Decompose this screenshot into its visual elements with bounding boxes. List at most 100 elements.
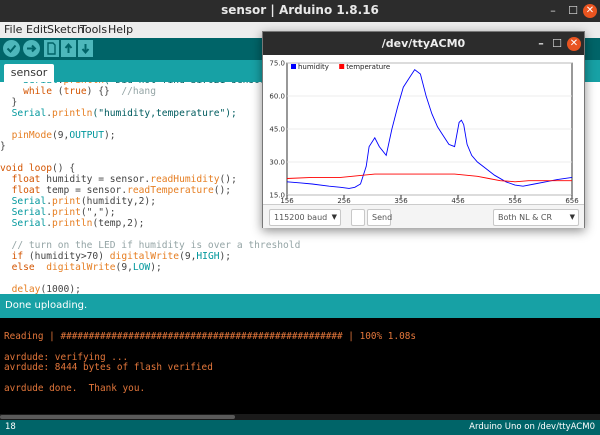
humidity-legend-swatch — [291, 64, 296, 69]
send-button[interactable]: Send — [367, 209, 393, 226]
bottom-bar: 18 Arduino Uno on /dev/ttyACM0 — [0, 420, 600, 435]
code-token: ); — [150, 262, 162, 273]
maximize-icon[interactable]: ☐ — [566, 4, 580, 18]
code-token: Serial — [11, 108, 47, 119]
code-token: ( — [52, 86, 64, 97]
code-token: delay — [11, 284, 41, 294]
send-input[interactable] — [351, 209, 365, 226]
new-button[interactable] — [44, 40, 59, 57]
minimize-icon[interactable]: – — [546, 4, 560, 18]
code-token: } — [0, 141, 6, 152]
code-line: else digitalWrite(9,LOW); — [0, 262, 162, 273]
x-tick-label: 356 — [394, 197, 408, 204]
code-token: () { — [52, 163, 76, 174]
send-label: Send — [372, 213, 393, 222]
x-tick-label: 456 — [451, 197, 465, 204]
verify-button[interactable] — [3, 40, 20, 57]
save-button[interactable] — [78, 40, 93, 57]
arrow-down-icon — [81, 44, 90, 55]
scrollbar-thumb[interactable] — [0, 415, 235, 419]
arrow-up-icon — [64, 42, 73, 53]
arrow-right-icon — [27, 44, 37, 53]
code-token: (1000); — [40, 284, 81, 294]
plotter-minimize-icon[interactable]: – — [534, 37, 548, 51]
code-token: (","); — [80, 207, 116, 218]
code-token: ) {} — [86, 86, 122, 97]
code-line: void loop() { — [0, 163, 75, 174]
code-token: float — [11, 174, 41, 185]
code-token: (); — [219, 174, 237, 185]
code-token: ); — [219, 251, 232, 262]
code-token: loop — [28, 163, 52, 174]
code-token: OUTPUT — [69, 130, 104, 141]
menu-edit[interactable]: Edit — [26, 23, 47, 36]
code-token: (); — [213, 185, 232, 196]
legend-label-humidity: humidity — [298, 63, 329, 71]
y-tick-label: 45.0 — [269, 126, 285, 134]
code-token: readTemperature — [127, 185, 214, 196]
menu-sketch[interactable]: Sketch — [47, 23, 84, 36]
board-port: Arduino Uno on /dev/ttyACM0 — [469, 422, 595, 432]
plotter-close-icon[interactable]: ✕ — [567, 37, 581, 51]
y-tick-label: 30.0 — [269, 159, 285, 167]
code-line: Serial.print(humidity,2); — [0, 196, 156, 207]
code-token: digitalWrite — [109, 251, 180, 262]
code-line: pinMode(9,OUTPUT); — [0, 130, 116, 141]
console-line: avrdude done. Thank you. — [4, 382, 146, 394]
code-line: Serial.println(temp,2); — [0, 218, 145, 229]
code-token: println — [52, 108, 93, 119]
code-token: pinMode — [11, 130, 52, 141]
x-tick-label: 656 — [565, 197, 579, 204]
menu-file[interactable]: File — [4, 23, 22, 36]
code-token: (9, — [52, 130, 70, 141]
code-token: print — [52, 207, 81, 218]
window-titlebar: sensor | Arduino 1.8.16 – ☐ ✕ — [0, 0, 600, 22]
close-icon[interactable]: ✕ — [583, 4, 597, 18]
code-line: float temp = sensor.readTemperature(); — [0, 185, 232, 196]
baud-select[interactable]: 115200 baud ▼ — [269, 209, 341, 226]
code-line: } — [0, 141, 6, 152]
menu-help[interactable]: Help — [108, 23, 133, 36]
code-token: HIGH — [196, 251, 220, 262]
code-token: } — [0, 97, 18, 108]
code-token: (9, — [179, 251, 197, 262]
code-token: while — [23, 86, 52, 97]
code-token: true — [63, 86, 87, 97]
y-tick-label: 60.0 — [269, 93, 285, 101]
code-line: Serial.print(","); — [0, 207, 116, 218]
y-tick-label: 75.0 — [269, 60, 285, 68]
line-ending-value: Both NL & CR — [498, 213, 553, 222]
code-token: //hang — [121, 86, 156, 97]
code-line: delay(1000); — [0, 284, 81, 294]
menu-tools[interactable]: Tools — [80, 23, 107, 36]
code-token: ); — [103, 130, 116, 141]
code-token: readHumidity — [150, 174, 220, 185]
tab-sensor[interactable]: sensor — [4, 64, 54, 82]
code-token: if — [11, 251, 24, 262]
upload-button[interactable] — [23, 40, 40, 57]
plotter-maximize-icon[interactable]: ☐ — [550, 37, 564, 51]
code-token: else — [11, 262, 35, 273]
baud-value: 115200 baud — [274, 213, 328, 222]
code-token: digitalWrite — [46, 262, 116, 273]
new-file-icon — [47, 42, 56, 55]
code-token: print — [52, 196, 81, 207]
chevron-down-icon: ▼ — [331, 213, 337, 221]
line-ending-select[interactable]: Both NL & CR ▼ — [493, 209, 579, 226]
code-line: if (humidity>70) digitalWrite(9,HIGH); — [0, 251, 232, 262]
open-button[interactable] — [61, 40, 76, 57]
code-token: void — [0, 163, 24, 174]
code-token: (humidity,2); — [80, 196, 156, 207]
console-output: Reading | ##############################… — [0, 318, 600, 414]
code-token: (9, — [115, 262, 133, 273]
